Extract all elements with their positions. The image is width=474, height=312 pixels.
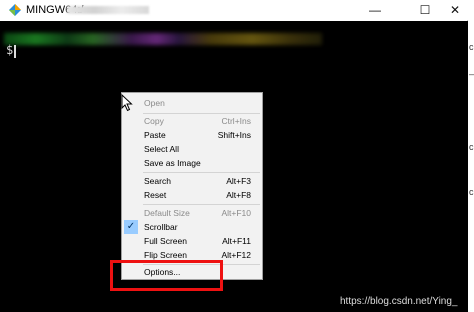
mouse-pointer-icon [121,94,133,112]
shortcut-label: Alt+F11 [222,236,251,246]
close-icon: ✕ [449,3,461,17]
menu-item-reset[interactable]: Reset Alt+F8 [123,188,262,202]
maximize-button[interactable]: ☐ [410,0,440,20]
menu-item-copy[interactable]: Copy Ctrl+Ins [123,114,262,128]
mingw-icon [9,4,21,16]
menu-item-scrollbar[interactable]: ✓ Scrollbar [123,220,262,234]
text-cursor [14,45,16,58]
maximize-icon: ☐ [419,3,431,17]
options-highlight-box [110,260,223,291]
menu-item-full-screen[interactable]: Full Screen Alt+F11 [123,234,262,248]
shortcut-label: Alt+F12 [221,250,251,260]
watermark-text: https://blog.csdn.net/Ying_ [340,296,458,307]
shortcut-label: Alt+F10 [221,208,251,218]
close-button[interactable]: ✕ [440,0,470,20]
menu-item-open[interactable]: Open [123,96,262,110]
menu-item-search[interactable]: Search Alt+F3 [123,174,262,188]
shortcut-label: Alt+F8 [226,190,251,200]
menu-item-save-as-image[interactable]: Save as Image [123,156,262,170]
terminal-redacted-output [4,33,322,45]
menu-item-select-all[interactable]: Select All [123,142,262,156]
title-redacted [67,6,149,14]
shortcut-label: Shift+Ins [217,130,251,140]
background-window-edge: c – c c [469,0,474,312]
minimize-icon: — [369,3,381,17]
menu-item-default-size[interactable]: Default Size Alt+F10 [123,206,262,220]
menu-item-paste[interactable]: Paste Shift+Ins [123,128,262,142]
shortcut-label: Ctrl+Ins [221,116,251,126]
menu-separator [143,204,260,205]
menu-separator [143,172,260,173]
shortcut-label: Alt+F3 [226,176,251,186]
title-bar[interactable]: MINGW64:/ — ☐ ✕ [0,0,468,20]
shell-prompt: $ [6,43,14,57]
checkmark-icon: ✓ [124,220,138,234]
minimize-button[interactable]: — [360,0,390,20]
context-menu: Open Copy Ctrl+Ins Paste Shift+Ins Selec… [121,92,263,280]
